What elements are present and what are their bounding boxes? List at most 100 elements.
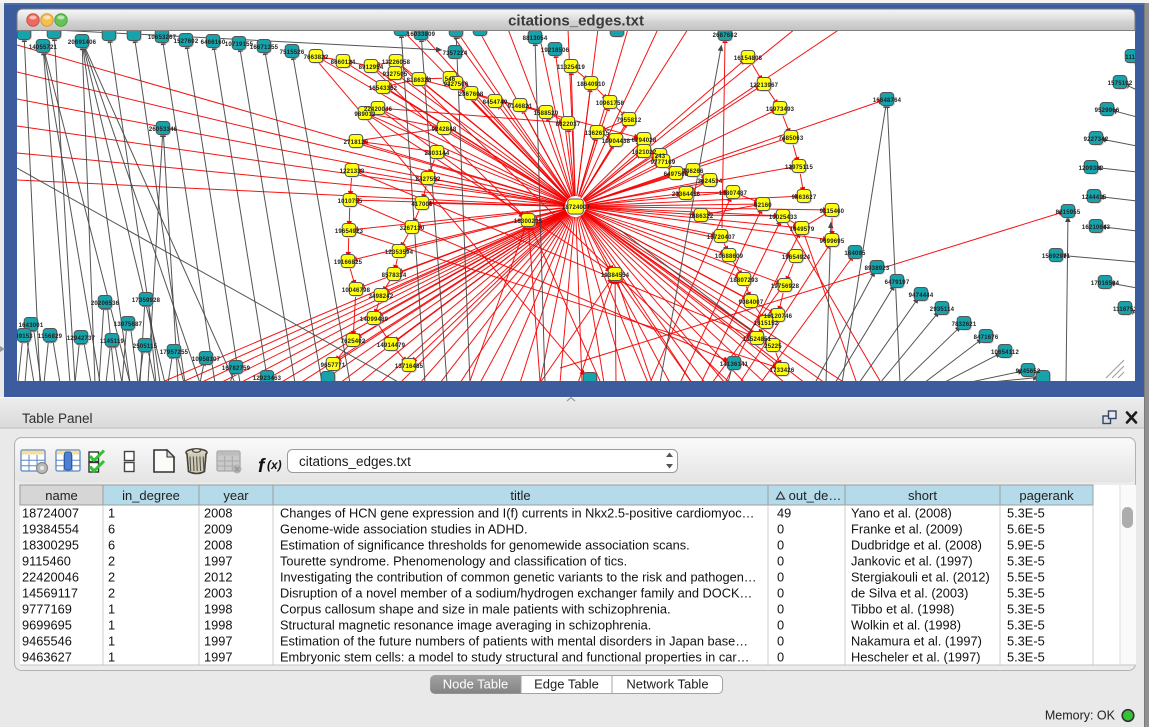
svg-text:2803144: 2803144 <box>425 151 450 157</box>
svg-text:18807293: 18807293 <box>730 278 759 284</box>
svg-text:13524851: 13524851 <box>743 337 772 343</box>
svg-text:Memory: OK: Memory: OK <box>1045 709 1116 723</box>
svg-text:Dudbridge et al. (2008): Dudbridge et al. (2008) <box>851 538 982 553</box>
svg-text:1733426: 1733426 <box>770 368 795 374</box>
svg-text:1156829: 1156829 <box>38 334 63 340</box>
svg-text:10958107: 10958107 <box>192 357 221 363</box>
svg-text:8186328: 8186328 <box>407 78 432 84</box>
svg-text:in_degree: in_degree <box>122 488 180 503</box>
svg-text:1145119: 1145119 <box>100 339 125 345</box>
svg-text:14136141: 14136141 <box>720 362 749 368</box>
svg-text:10688609: 10688609 <box>715 254 744 260</box>
svg-text:de Silva et al. (2003): de Silva et al. (2003) <box>851 586 968 601</box>
svg-text:16671355: 16671355 <box>250 45 279 51</box>
svg-text:2935114: 2935114 <box>930 307 955 313</box>
svg-text:1527602: 1527602 <box>174 39 199 45</box>
svg-text:0: 0 <box>777 634 784 649</box>
svg-text:39153: 39153 <box>15 334 33 340</box>
svg-text:Franke et al. (2009): Franke et al. (2009) <box>851 522 963 537</box>
svg-text:1244415: 1244415 <box>1082 195 1107 201</box>
svg-text:2: 2 <box>108 554 115 569</box>
svg-text:9327505: 9327505 <box>383 72 408 78</box>
svg-text:14569117: 14569117 <box>22 586 78 601</box>
svg-text:Investigating the contribution: Investigating the contribution of common… <box>280 570 757 585</box>
svg-text:9084007: 9084007 <box>739 300 764 306</box>
svg-text:49: 49 <box>777 506 791 521</box>
svg-text:9115460: 9115460 <box>22 554 71 569</box>
svg-text:16782759: 16782759 <box>222 366 251 372</box>
svg-text:citations_edges.txt: citations_edges.txt <box>299 454 411 469</box>
svg-text:12975115: 12975115 <box>785 165 813 171</box>
svg-text:10961758: 10961758 <box>596 101 625 107</box>
svg-text:0: 0 <box>777 650 784 665</box>
svg-text:(x): (x) <box>267 458 282 472</box>
svg-text:short: short <box>908 488 937 503</box>
svg-text:5.9E-5: 5.9E-5 <box>1007 538 1045 553</box>
svg-text:19218506: 19218506 <box>541 48 570 54</box>
svg-text:18120746: 18120746 <box>764 314 793 320</box>
svg-text:5.3E-5: 5.3E-5 <box>1007 650 1045 665</box>
svg-text:1362615: 1362615 <box>585 131 610 137</box>
svg-text:3498242: 3498242 <box>369 294 394 300</box>
svg-text:0: 0 <box>777 618 784 633</box>
svg-text:8578334: 8578334 <box>382 273 407 279</box>
svg-text:7485063: 7485063 <box>779 136 804 142</box>
svg-text:11325419: 11325419 <box>557 65 585 71</box>
svg-text:out_de…: out_de… <box>789 488 842 503</box>
svg-text:6794028: 6794028 <box>632 138 657 144</box>
svg-text:9463627: 9463627 <box>22 650 72 665</box>
svg-text:16648764: 16648764 <box>873 98 902 104</box>
svg-text:5.3E-5: 5.3E-5 <box>1007 586 1045 601</box>
svg-text:10654112: 10654112 <box>991 350 1019 356</box>
svg-text:19384554: 19384554 <box>601 273 630 279</box>
svg-text:417006: 417006 <box>411 202 433 208</box>
svg-text:7357224: 7357224 <box>443 51 468 57</box>
svg-text:1: 1 <box>108 650 115 665</box>
svg-text:Edge Table: Edge Table <box>534 677 599 692</box>
svg-text:2: 2 <box>108 570 115 585</box>
svg-text:2718126: 2718126 <box>344 140 369 146</box>
svg-text:2008: 2008 <box>204 506 232 521</box>
svg-text:1209382: 1209382 <box>1079 166 1104 172</box>
svg-text:9115460: 9115460 <box>820 209 845 215</box>
svg-text:1: 1 <box>108 506 115 521</box>
svg-text:Table Panel: Table Panel <box>22 411 93 426</box>
svg-text:7625402: 7625402 <box>341 339 366 345</box>
svg-text:18724007: 18724007 <box>22 506 79 521</box>
svg-text:5.3E-5: 5.3E-5 <box>1007 554 1045 569</box>
svg-text:19384554: 19384554 <box>22 522 79 537</box>
svg-text:7515526: 7515526 <box>280 50 305 56</box>
svg-text:1221338: 1221338 <box>340 169 365 175</box>
svg-text:name: name <box>45 488 78 503</box>
svg-text:10807487: 10807487 <box>719 191 748 197</box>
svg-text:8471676: 8471676 <box>974 335 999 341</box>
svg-text:5.3E-5: 5.3E-5 <box>1007 634 1045 649</box>
svg-text:8454749: 8454749 <box>483 100 508 106</box>
svg-text:9327506: 9327506 <box>444 82 469 88</box>
svg-text:15720407: 15720407 <box>707 235 736 241</box>
svg-text:Tourette syndrome. Phenomenolo: Tourette syndrome. Phenomenology and cla… <box>280 554 627 569</box>
svg-text:18300295: 18300295 <box>22 538 79 553</box>
svg-text:14914479: 14914479 <box>377 343 406 349</box>
svg-text:9227342: 9227342 <box>1084 137 1109 143</box>
svg-text:14055721: 14055721 <box>29 45 58 51</box>
svg-text:Hescheler et al. (1997): Hescheler et al. (1997) <box>851 650 980 665</box>
svg-text:Stergiakouli et al. (2012): Stergiakouli et al. (2012) <box>851 570 990 585</box>
svg-text:2008: 2008 <box>204 538 232 553</box>
svg-text:1643001: 1643001 <box>19 323 44 329</box>
svg-text:Tibbo et al. (1998): Tibbo et al. (1998) <box>851 602 954 617</box>
svg-text:Changes of HCN gene expression: Changes of HCN gene expression and I(f) … <box>280 506 754 521</box>
svg-text:9529966: 9529966 <box>1095 108 1120 114</box>
svg-text:2505115: 2505115 <box>133 344 158 350</box>
svg-text:19904438: 19904438 <box>602 139 631 145</box>
svg-text:9777169: 9777169 <box>651 160 676 166</box>
svg-text:2687682: 2687682 <box>713 33 738 39</box>
svg-text:year: year <box>223 488 249 503</box>
svg-text:19654924: 19654924 <box>782 255 811 261</box>
svg-text:8427552: 8427552 <box>416 177 441 183</box>
svg-text:9474444: 9474444 <box>909 293 934 299</box>
svg-text:Estimation of significance thr: Estimation of significance thresholds fo… <box>280 538 690 553</box>
svg-text:1997: 1997 <box>204 554 232 569</box>
svg-text:9657771: 9657771 <box>321 363 346 369</box>
svg-text:6: 6 <box>108 522 115 537</box>
